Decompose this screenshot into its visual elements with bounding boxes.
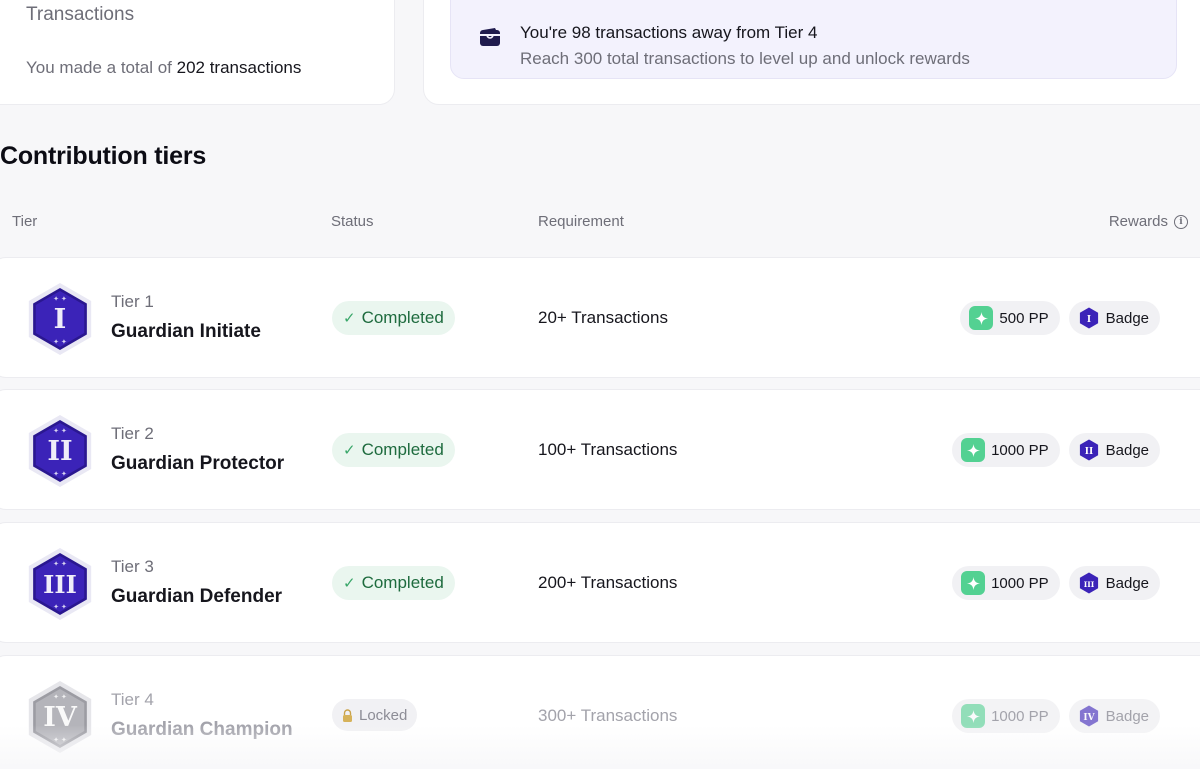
tier-row[interactable]: III ✦ ✦ ✦ ✦ Tier 3 Guardian Defender ✓ Complet…: [0, 522, 1200, 643]
badge-label: Badge: [1105, 574, 1149, 592]
svg-text:II: II: [47, 436, 72, 467]
sparkle-icon: [961, 704, 986, 728]
tier-rewards: 500 PP I Badge: [960, 301, 1160, 335]
points-label: 1000 PP: [991, 574, 1049, 592]
transactions-total: You made a total of 202 transactions: [26, 58, 301, 78]
tier-rewards: 1000 PP II Badge: [952, 433, 1160, 467]
lock-icon: [342, 708, 353, 722]
tier-label: Tier 3: [111, 557, 154, 576]
svg-text:✦ ✦: ✦ ✦: [53, 560, 67, 568]
total-value: 202 transactions: [176, 58, 302, 77]
summary-label: Transactions: [26, 4, 135, 25]
svg-text:IV: IV: [1083, 713, 1095, 723]
wallet-icon: [480, 28, 500, 46]
points-reward-pill[interactable]: 500 PP: [960, 301, 1060, 335]
requirement-text: 20+ Transactions: [538, 308, 668, 327]
badge-hex-icon: IV: [1079, 705, 1098, 727]
points-reward-pill[interactable]: 1000 PP: [952, 433, 1060, 467]
tier-badge-icon: IV✦ ✦✦ ✦: [28, 681, 92, 753]
requirement-text: 300+ Transactions: [538, 706, 678, 725]
tier-name: Guardian Champion: [111, 719, 293, 740]
tier-badge-icon: I✦ ✦✦ ✦: [28, 283, 92, 355]
tier-name: Guardian Defender: [111, 586, 283, 607]
sparkle-icon: [969, 306, 994, 330]
tier-row[interactable]: IV ✦ ✦ ✦ ✦ Tier 4 Guardian Champion Locked 300…: [0, 655, 1200, 769]
svg-text:✦ ✦: ✦ ✦: [53, 338, 67, 346]
status-locked-badge: Locked: [332, 699, 418, 731]
column-header-tier: Tier: [12, 213, 38, 230]
requirement-text: 100+ Transactions: [538, 440, 678, 459]
svg-text:I: I: [54, 304, 67, 335]
svg-text:III: III: [1083, 580, 1094, 589]
check-icon: ✓: [343, 575, 356, 592]
status-label: Completed: [361, 573, 444, 592]
tier-badge-icon: II✦ ✦✦ ✦: [28, 415, 92, 487]
tier-label: Tier 4: [111, 690, 154, 709]
badge-label: Badge: [1105, 309, 1149, 327]
svg-text:✦ ✦: ✦ ✦: [53, 603, 67, 611]
column-header-status: Status: [331, 213, 374, 230]
badge-hex-icon: III: [1079, 572, 1098, 594]
next-tier-card: You're 98 transactions away from Tier 4 …: [423, 0, 1200, 105]
svg-text:IV: IV: [43, 702, 78, 733]
tier-label: Tier 1: [111, 292, 154, 311]
svg-text:II: II: [1084, 447, 1092, 457]
points-reward-pill[interactable]: 1000 PP: [952, 699, 1060, 733]
badge-reward-pill[interactable]: IV Badge: [1068, 699, 1160, 733]
badge-label: Badge: [1105, 707, 1149, 725]
tier-name: Guardian Initiate: [111, 321, 261, 342]
svg-text:✦ ✦: ✦ ✦: [53, 295, 67, 303]
svg-text:✦ ✦: ✦ ✦: [53, 736, 67, 744]
badge-label: Badge: [1105, 441, 1149, 459]
requirement-text: 200+ Transactions: [538, 573, 678, 592]
status-completed-badge: ✓ Completed: [332, 433, 455, 467]
svg-text:✦ ✦: ✦ ✦: [53, 693, 67, 701]
check-icon: ✓: [343, 310, 356, 327]
svg-text:✦ ✦: ✦ ✦: [53, 427, 67, 435]
points-label: 500 PP: [999, 309, 1049, 327]
tier-row[interactable]: I ✦ ✦ ✦ ✦ Tier 1 Guardian Initiate ✓ Completed…: [0, 257, 1200, 378]
total-prefix: You made a total of: [26, 58, 172, 77]
sparkle-icon: [961, 571, 986, 595]
next-tier-notice: You're 98 transactions away from Tier 4 …: [450, 0, 1177, 79]
transactions-summary-card: Transactions You made a total of 202 tra…: [0, 0, 395, 105]
check-icon: ✓: [343, 442, 356, 459]
points-label: 1000 PP: [991, 441, 1049, 459]
status-completed-badge: ✓ Completed: [332, 566, 455, 600]
rewards-header-label: Rewards: [1108, 213, 1168, 230]
points-reward-pill[interactable]: 1000 PP: [952, 566, 1060, 600]
badge-reward-pill[interactable]: I Badge: [1068, 301, 1160, 335]
tier-name: Guardian Protector: [111, 453, 285, 474]
badge-hex-icon: I: [1079, 307, 1098, 329]
points-label: 1000 PP: [991, 707, 1049, 725]
column-header-requirement: Requirement: [538, 213, 624, 230]
badge-reward-pill[interactable]: II Badge: [1068, 433, 1160, 467]
contribution-page: Transactions You made a total of 202 tra…: [0, 0, 1200, 769]
svg-text:✦ ✦: ✦ ✦: [53, 470, 67, 478]
badge-hex-icon: II: [1079, 439, 1098, 461]
svg-text:I: I: [1087, 315, 1091, 325]
tier-row[interactable]: II ✦ ✦ ✦ ✦ Tier 2 Guardian Protector ✓ Complet…: [0, 389, 1200, 510]
info-icon[interactable]: i: [1174, 214, 1188, 229]
column-header-rewards: Rewards i: [1109, 213, 1188, 230]
notice-subtitle: Reach 300 total transactions to level up…: [520, 49, 970, 68]
status-completed-badge: ✓ Completed: [332, 301, 455, 335]
section-title: Contribution tiers: [0, 142, 207, 170]
tier-rewards: 1000 PP III Badge: [952, 566, 1160, 600]
status-label: Completed: [361, 308, 444, 327]
tier-badge-icon: III ✦ ✦ ✦ ✦: [28, 548, 92, 620]
tier-rewards: 1000 PP IV Badge: [952, 699, 1160, 733]
notice-title: You're 98 transactions away from Tier 4: [520, 23, 818, 42]
svg-text:III: III: [43, 570, 77, 599]
tier-label: Tier 2: [111, 424, 154, 443]
badge-reward-pill[interactable]: III Badge: [1068, 566, 1160, 600]
status-label: Completed: [361, 440, 444, 459]
status-label: Locked: [359, 706, 408, 724]
sparkle-icon: [961, 438, 986, 462]
